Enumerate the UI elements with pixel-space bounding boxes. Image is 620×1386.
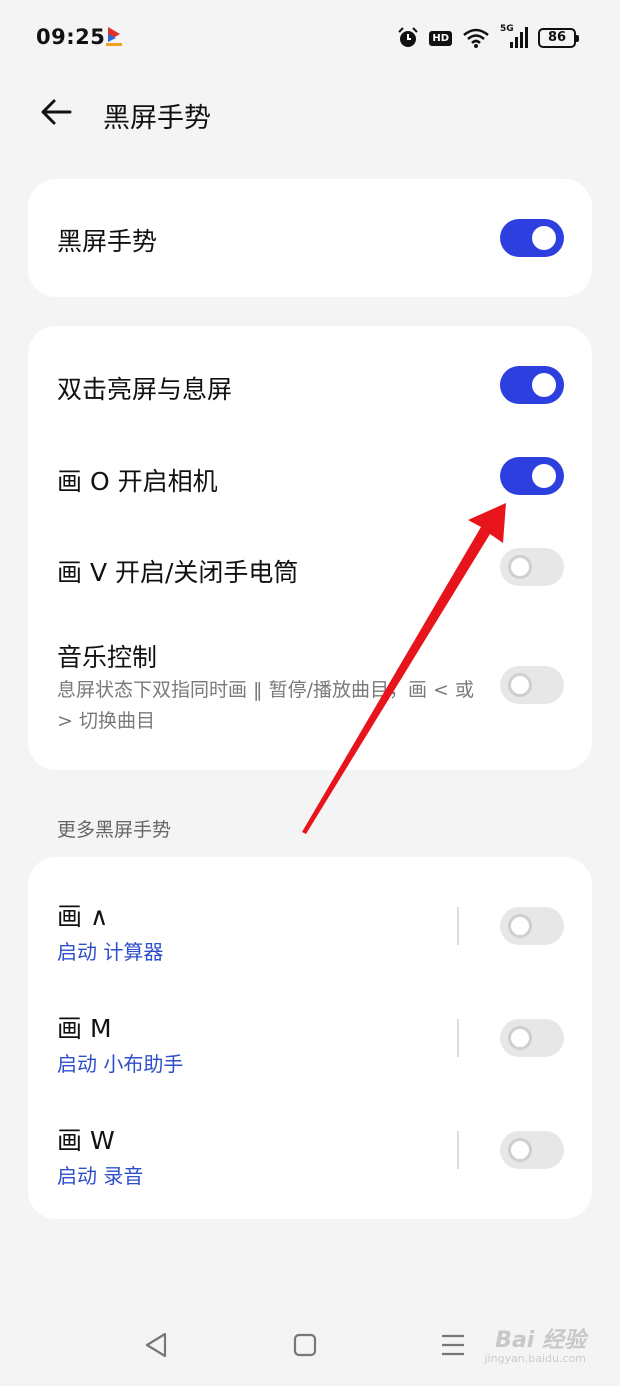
master-gesture-title: 黑屏手势	[57, 227, 158, 256]
status-time: 09:25	[36, 25, 106, 49]
gesture-row-draw-v[interactable]: 画 V 开启/关闭手电筒	[28, 528, 592, 618]
home-square-icon[interactable]	[288, 1330, 322, 1360]
toggle-knob	[532, 373, 556, 397]
wifi-icon	[463, 28, 489, 48]
more-gesture-action-link[interactable]: 启动 录音	[57, 1160, 143, 1189]
toggle-knob	[508, 555, 532, 579]
more-gestures-card: 画 ∧ 启动 计算器 画 M 启动 小布助手 画 W 启动 录音	[28, 857, 592, 1219]
more-gesture-action-link[interactable]: 启动 小布助手	[57, 1048, 183, 1077]
draw-v-flashlight-toggle[interactable]	[500, 548, 564, 586]
row-divider	[457, 907, 459, 945]
status-icons: HD 5G 86	[397, 22, 579, 54]
gesture-title: 双击亮屏与息屏	[57, 375, 233, 404]
arrow-left-icon[interactable]	[36, 92, 76, 132]
toggle-knob	[508, 1026, 532, 1050]
gesture-title: 画 V 开启/关闭手电筒	[57, 558, 299, 587]
gesture-title: 音乐控制	[57, 643, 158, 672]
gesture-row-draw-o[interactable]: 画 O 开启相机	[28, 436, 592, 528]
master-toggle-card: 黑屏手势	[28, 179, 592, 297]
signal-icon: 5G	[500, 24, 528, 50]
alarm-icon	[398, 27, 419, 47]
more-gestures-label: 更多黑屏手势	[57, 819, 172, 841]
draw-caret-toggle[interactable]	[500, 907, 564, 945]
gesture-row-double-tap[interactable]: 双击亮屏与息屏	[28, 326, 592, 436]
more-gesture-row[interactable]: 画 ∧ 启动 计算器	[28, 857, 592, 983]
more-gesture-row[interactable]: 画 M 启动 小布助手	[28, 983, 592, 1095]
hd-icon: HD	[429, 30, 452, 46]
gesture-title: 画 O 开启相机	[57, 467, 218, 496]
double-tap-toggle[interactable]	[500, 366, 564, 404]
toggle-knob	[508, 1138, 532, 1162]
toggle-knob	[532, 226, 556, 250]
status-bar: 09:25 HD 5G 86	[0, 0, 620, 76]
draw-w-toggle[interactable]	[500, 1131, 564, 1169]
gesture-row-music[interactable]: 音乐控制 息屏状态下双指同时画 ‖ 暂停/播放曲目，画 < 或 > 切换曲目	[28, 618, 592, 770]
row-divider	[457, 1019, 459, 1057]
row-divider	[457, 1131, 459, 1169]
master-gesture-toggle[interactable]	[500, 219, 564, 257]
gesture-description: 息屏状态下双指同时画 ‖ 暂停/播放曲目，画 < 或 > 切换曲目	[57, 679, 474, 732]
recents-menu-icon[interactable]	[436, 1330, 470, 1360]
master-gesture-row[interactable]: 黑屏手势	[28, 179, 592, 297]
header: 黑屏手势	[0, 76, 620, 148]
toggle-knob	[532, 464, 556, 488]
more-gesture-title: 画 M	[57, 1014, 112, 1043]
page-title: 黑屏手势	[103, 103, 211, 134]
app-logo-icon	[106, 27, 122, 46]
draw-m-toggle[interactable]	[500, 1019, 564, 1057]
back-triangle-icon[interactable]	[139, 1330, 173, 1360]
watermark-url: jingyan.baidu.com	[484, 1352, 586, 1365]
music-control-toggle[interactable]	[500, 666, 564, 704]
battery-icon: 86	[538, 28, 579, 48]
gesture-list-card: 双击亮屏与息屏 画 O 开启相机 画 V 开启/关闭手电筒 音乐控制 息屏状态下…	[28, 326, 592, 770]
toggle-knob	[508, 914, 532, 938]
watermark-logo: Bai 经验	[495, 1328, 586, 1353]
toggle-knob	[508, 673, 532, 697]
more-gesture-action-link[interactable]: 启动 计算器	[57, 936, 163, 965]
more-gesture-title: 画 W	[57, 1126, 115, 1155]
more-gesture-title: 画 ∧	[57, 902, 109, 931]
draw-o-camera-toggle[interactable]	[500, 457, 564, 495]
more-gesture-row[interactable]: 画 W 启动 录音	[28, 1095, 592, 1219]
